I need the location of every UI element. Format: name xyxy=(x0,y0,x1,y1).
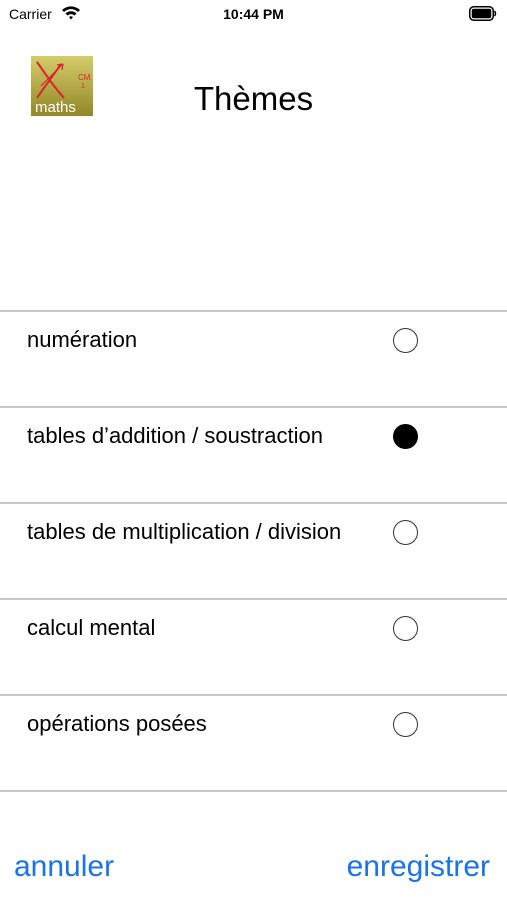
theme-label: tables de multiplication / division xyxy=(27,519,342,544)
status-time: 10:44 PM xyxy=(223,6,284,22)
radio-button[interactable] xyxy=(393,328,418,353)
status-bar: Carrier 10:44 PM xyxy=(0,0,507,28)
theme-label: tables d’addition / soustraction xyxy=(27,423,323,448)
radio-button[interactable] xyxy=(393,424,418,449)
theme-row[interactable]: tables de multiplication / division xyxy=(0,504,507,600)
theme-label: calcul mental xyxy=(27,615,156,640)
theme-row[interactable]: numération xyxy=(0,312,507,408)
cancel-button[interactable]: annuler xyxy=(14,850,114,884)
radio-button[interactable] xyxy=(393,616,418,641)
theme-label: numération xyxy=(27,327,138,352)
theme-row-select-all[interactable]: cocher/décocher tout xyxy=(0,272,507,312)
themes-list[interactable]: cocher/décocher tout numération tables d’a… xyxy=(0,272,507,794)
radio-button[interactable] xyxy=(393,712,418,737)
theme-label: opérations posées xyxy=(27,711,207,736)
theme-row[interactable]: tables d’addition / soustraction xyxy=(0,408,507,504)
radio-button[interactable] xyxy=(393,520,418,545)
battery-icon xyxy=(469,6,497,21)
theme-row[interactable]: opérations posées xyxy=(0,696,507,792)
save-button[interactable]: enregistrer xyxy=(347,850,490,884)
page-title: Thèmes xyxy=(193,80,314,117)
theme-row[interactable]: calcul mental xyxy=(0,600,507,696)
